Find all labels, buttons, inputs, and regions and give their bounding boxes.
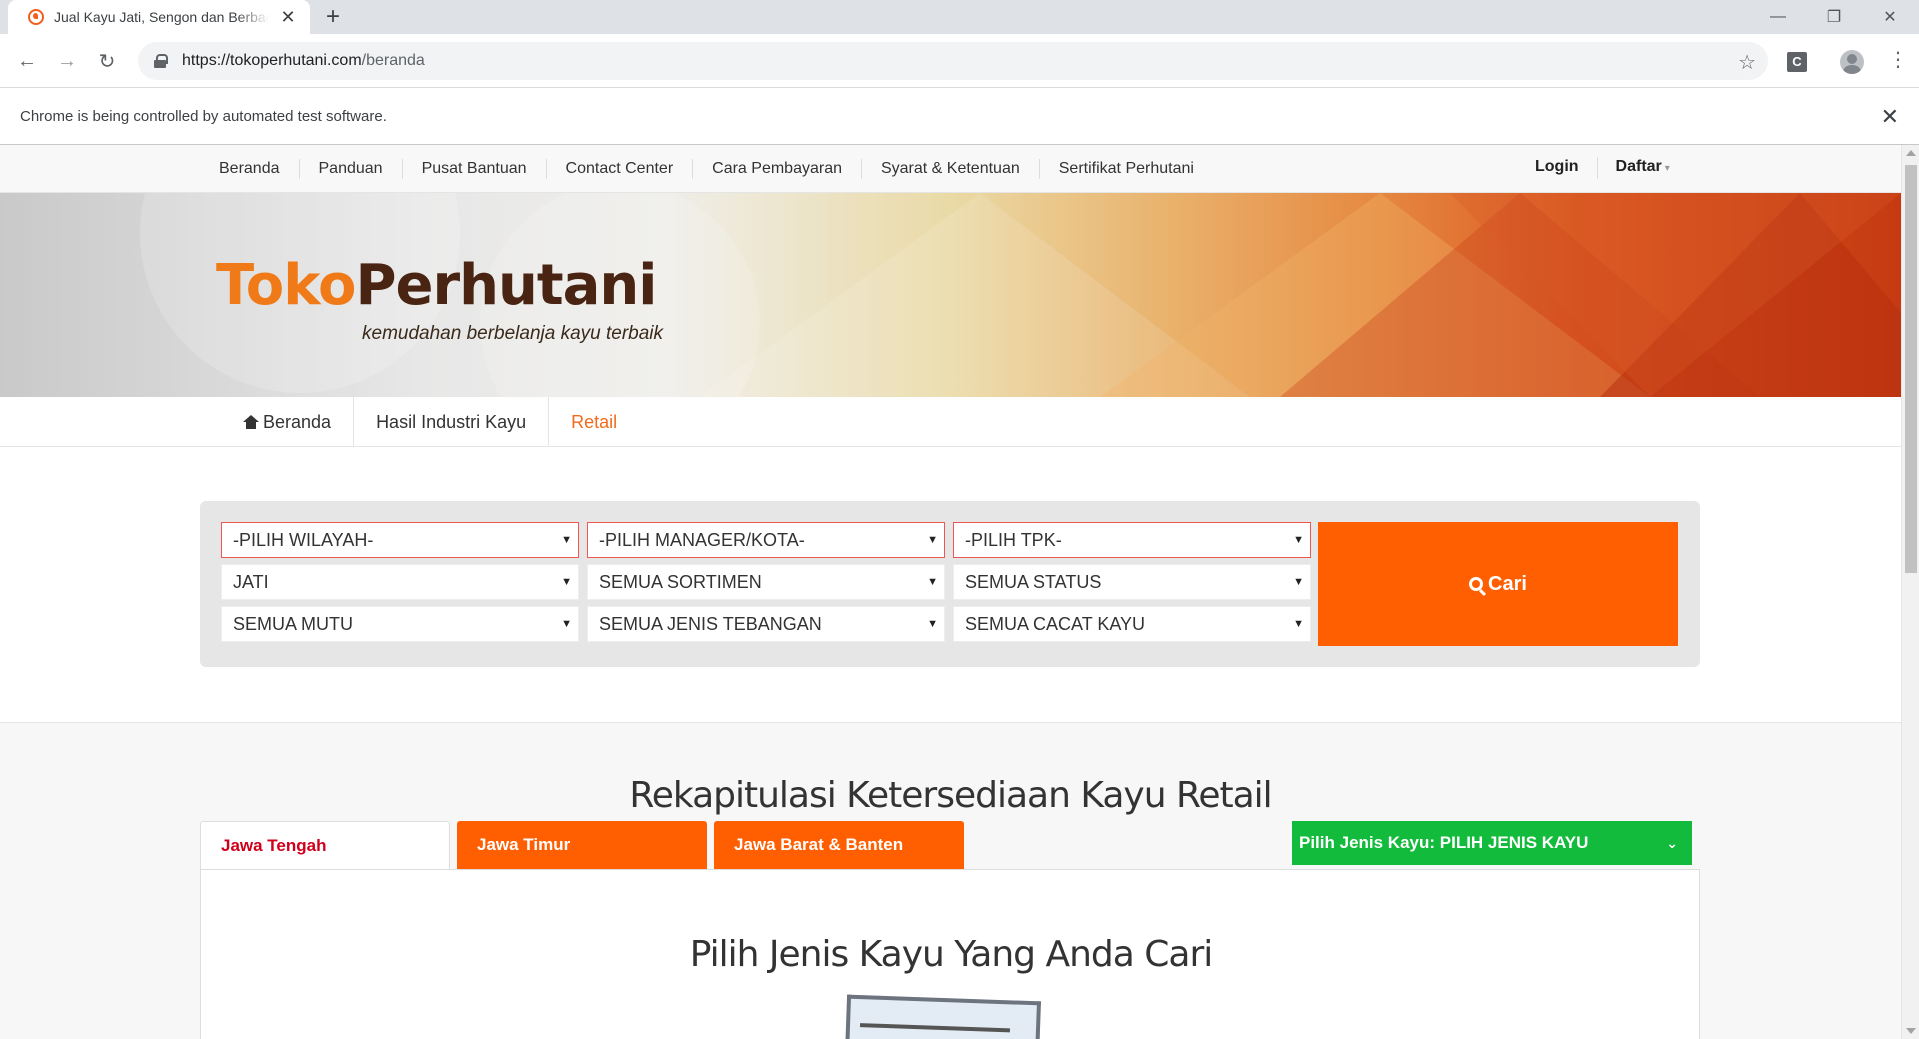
nav-link-cara-pembayaran[interactable]: Cara Pembayaran [692,159,861,179]
daftar-link[interactable]: Daftar ▾ [1596,157,1688,179]
jenis-tebangan-select[interactable]: SEMUA JENIS TEBANGAN ▼ [587,606,945,642]
new-tab-icon[interactable]: + [326,5,340,29]
chevron-down-icon: ▾ [1664,163,1670,174]
cari-button[interactable]: Cari [1318,522,1678,646]
dropdown-arrow-icon: ▼ [561,618,572,630]
tpk-value: -PILIH TPK- [965,530,1062,550]
nav-link-syarat-ketentuan[interactable]: Syarat & Ketentuan [860,159,1039,179]
tpk-select[interactable]: -PILIH TPK- ▼ [953,522,1311,558]
hero-banner: TokoPerhutani kemudahan berbelanja kayu … [0,193,1901,397]
search-icon [1469,577,1484,591]
nav-link-contact-center[interactable]: Contact Center [545,159,693,179]
tab-jawa-tengah[interactable]: Jawa Tengah [200,821,450,869]
address-bar[interactable]: https://tokoperhutani.com/beranda ☆ [138,42,1768,80]
page-scrollbar[interactable] [1901,145,1919,1039]
dropdown-arrow-icon: ▼ [1293,534,1304,546]
dropdown-arrow-icon: ▼ [561,576,572,588]
tab-jawa-timur[interactable]: Jawa Timur [457,821,707,869]
infobar-message: Chrome is being controlled by automated … [20,107,387,125]
dropdown-arrow-icon: ▼ [927,534,938,546]
page: Beranda Panduan Pusat Bantuan Contact Ce… [0,145,1901,1039]
browser-menu-icon[interactable]: ⋮ [1888,48,1908,72]
category-beranda[interactable]: Beranda [221,397,355,447]
dropdown-arrow-icon: ▼ [927,618,938,630]
infobar-close-icon[interactable]: ✕ [1881,104,1899,130]
site-logo[interactable]: TokoPerhutani [216,253,657,318]
nav-link-pusat-bantuan[interactable]: Pusat Bantuan [401,159,546,179]
scroll-down-icon[interactable] [1906,1028,1916,1034]
jenis-kayu-select[interactable]: JATI ▼ [221,564,579,600]
sortimen-select[interactable]: SEMUA SORTIMEN ▼ [587,564,945,600]
dropdown-arrow-icon: ▼ [927,576,938,588]
cari-label: Cari [1488,572,1527,595]
back-icon[interactable]: ← [12,46,42,76]
restore-icon[interactable]: ❐ [1806,0,1862,34]
tab-jawa-barat-banten[interactable]: Jawa Barat & Banten [714,821,964,869]
browser-tab[interactable]: Jual Kayu Jati, Sengon dan Berbagai Kayu… [8,0,310,34]
login-link[interactable]: Login [1517,157,1597,179]
scrollbar-thumb[interactable] [1905,165,1917,573]
page-viewport: Beranda Panduan Pusat Bantuan Contact Ce… [0,145,1919,1039]
recap-section: Rekapitulasi Ketersediaan Kayu Retail Ja… [0,722,1901,1039]
bookmark-star-icon[interactable]: ☆ [1738,50,1756,75]
top-nav-links: Beranda Panduan Pusat Bantuan Contact Ce… [200,159,1213,179]
profile-avatar-icon[interactable] [1840,50,1864,74]
wilayah-value: -PILIH WILAYAH- [233,530,374,550]
manager-value: -PILIH MANAGER/KOTA- [599,530,805,550]
cacat-value: SEMUA CACAT KAYU [965,614,1146,634]
nav-link-beranda[interactable]: Beranda [200,159,299,179]
site-favicon-icon [28,9,44,25]
jenis-value: JATI [233,572,269,592]
tab-content-panel: Pilih Jenis Kayu Yang Anda Cari [200,869,1700,1039]
dropdown-arrow-icon: ▼ [1293,576,1304,588]
jenis-dropdown-label: Pilih Jenis Kayu: PILIH JENIS KAYU [1299,833,1589,852]
category-beranda-label: Beranda [263,412,332,432]
document-illustration-icon [845,994,1041,1039]
automation-infobar: Chrome is being controlled by automated … [0,88,1919,145]
recap-title: Rekapitulasi Ketersediaan Kayu Retail [629,775,1272,816]
status-select[interactable]: SEMUA STATUS ▼ [953,564,1311,600]
logo-text-toko: Toko [216,253,356,318]
search-panel: -PILIH WILAYAH- ▼ -PILIH MANAGER/KOTA- ▼ -… [200,501,1700,667]
auth-links: Login Daftar ▾ [1517,157,1688,179]
logo-text-perhutani: Perhutani [355,253,657,318]
category-retail[interactable]: Retail [549,397,639,447]
jenis-kayu-dropdown[interactable]: Pilih Jenis Kayu: PILIH JENIS KAYU ⌄ [1292,821,1692,865]
dropdown-arrow-icon: ▼ [561,534,572,546]
region-tabs: Jawa Tengah Jawa Timur Jawa Barat & Bant… [200,821,1700,869]
mutu-select[interactable]: SEMUA MUTU ▼ [221,606,579,642]
lock-icon [154,54,168,68]
mutu-value: SEMUA MUTU [233,614,354,634]
scroll-up-icon[interactable] [1906,150,1916,156]
dropdown-arrow-icon: ▼ [1293,618,1304,630]
manager-kota-select[interactable]: -PILIH MANAGER/KOTA- ▼ [587,522,945,558]
browser-toolbar: ← → ↻ https://tokoperhutani.com/beranda … [0,34,1919,88]
reload-icon[interactable]: ↻ [92,46,122,76]
content-title: Pilih Jenis Kayu Yang Anda Cari [689,934,1214,975]
tab-close-icon[interactable]: ✕ [278,7,298,27]
category-nav: Beranda Hasil Industri Kayu Retail [0,397,1901,447]
daftar-label: Daftar [1615,158,1662,175]
chevron-down-icon: ⌄ [1666,835,1678,851]
nav-link-panduan[interactable]: Panduan [298,159,402,179]
cacat-kayu-select[interactable]: SEMUA CACAT KAYU ▼ [953,606,1311,642]
minimize-icon[interactable]: — [1750,0,1806,34]
forward-icon[interactable]: → [52,46,82,76]
status-value: SEMUA STATUS [965,572,1102,592]
nav-link-sertifikat[interactable]: Sertifikat Perhutani [1038,159,1213,179]
browser-tabstrip: Jual Kayu Jati, Sengon dan Berbagai Kayu… [0,0,1919,34]
sortimen-value: SEMUA SORTIMEN [599,572,762,592]
url-text: https://tokoperhutani.com/beranda [182,52,425,69]
home-icon [243,415,259,429]
wilayah-select[interactable]: -PILIH WILAYAH- ▼ [221,522,579,558]
category-hasil-industri-kayu[interactable]: Hasil Industri Kayu [354,397,550,447]
extension-icon[interactable]: C [1787,52,1807,72]
top-nav: Beranda Panduan Pusat Bantuan Contact Ce… [0,145,1901,193]
tab-title: Jual Kayu Jati, Sengon dan Berbagai Kayu [54,9,269,25]
logo-tagline: kemudahan berbelanja kayu terbaik [362,323,664,344]
tebangan-value: SEMUA JENIS TEBANGAN [599,614,822,634]
window-close-icon[interactable]: ✕ [1862,0,1918,34]
